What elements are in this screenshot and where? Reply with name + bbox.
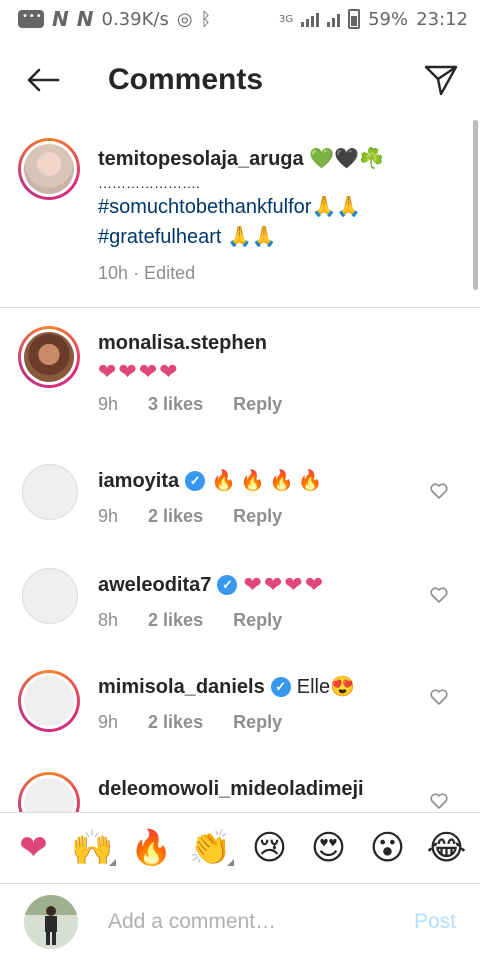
- arrow-left-icon: [27, 68, 60, 92]
- comment-time: 9h: [98, 394, 119, 414]
- likes-count[interactable]: 3 likes: [148, 394, 203, 415]
- crying-emoji-button[interactable]: 😢: [245, 828, 295, 868]
- back-button[interactable]: [18, 55, 68, 105]
- page-title: Comments: [108, 63, 264, 96]
- comment-text: Elle😍: [296, 676, 356, 698]
- reply-button[interactable]: Reply: [233, 394, 282, 415]
- heart-emoji-button[interactable]: ❤: [9, 828, 59, 868]
- bluetooth-icon: ᛒ: [200, 8, 212, 30]
- comment-text: ❤❤❤❤: [98, 360, 180, 385]
- comment-item: monalisa.stephen ❤❤❤❤ 9h 3 likes Reply: [0, 326, 480, 436]
- like-heart-icon[interactable]: [428, 480, 450, 502]
- post-button[interactable]: Post: [414, 910, 456, 934]
- battery-icon: [348, 9, 361, 29]
- likes-count[interactable]: 2 likes: [148, 610, 203, 631]
- paper-plane-icon: [424, 65, 458, 96]
- comment-username[interactable]: iamoyita: [98, 466, 179, 496]
- caption-avatar[interactable]: [18, 138, 80, 200]
- comment-username[interactable]: mimisola_daniels: [98, 672, 265, 702]
- comment-time: 9h: [98, 712, 119, 732]
- header: Comments: [0, 44, 480, 116]
- caption-time: 10h: [98, 263, 129, 283]
- like-heart-icon[interactable]: [428, 686, 450, 708]
- comment-time: 8h: [98, 610, 119, 630]
- signal-icon-2: [327, 11, 341, 27]
- comment-text: 🔥🔥🔥🔥: [211, 470, 327, 492]
- verified-badge-icon: ✓: [185, 471, 206, 491]
- reply-button[interactable]: Reply: [233, 506, 282, 527]
- pray-emoji-2: 🙏🙏: [221, 226, 277, 248]
- verified-badge-icon: ✓: [217, 575, 238, 595]
- heart-eyes-emoji-button[interactable]: 😍: [304, 828, 354, 868]
- n-notification-icon-2: N: [76, 7, 94, 31]
- hashtag-link[interactable]: #somuchtobethankfulfor: [98, 196, 311, 218]
- commenter-avatar[interactable]: [18, 670, 80, 732]
- pray-emoji: 🙏🙏: [311, 196, 362, 218]
- likes-count[interactable]: 2 likes: [148, 506, 203, 527]
- surprised-emoji-button[interactable]: 😮: [363, 828, 413, 868]
- comment-item: deleomowoli_mideoladimeji: [0, 772, 480, 812]
- add-comment-bar: Post: [0, 884, 480, 960]
- like-heart-icon[interactable]: [428, 790, 450, 812]
- post-caption: temitopesolaja_aruga 💚🖤☘️ …………………. #somu…: [0, 132, 480, 308]
- comment-text: ❤❤❤❤: [243, 572, 326, 597]
- comment-username[interactable]: monalisa.stephen: [98, 328, 267, 358]
- clapping-emoji-button[interactable]: 👏: [186, 828, 236, 868]
- status-bar: N N 0.39K/s ◎ ᛒ 3G 59% 23:12: [0, 0, 480, 38]
- share-button[interactable]: [416, 55, 466, 105]
- hotspot-icon: ◎: [176, 8, 193, 30]
- raising-hands-emoji-button[interactable]: 🙌: [68, 828, 118, 868]
- verified-badge-icon: ✓: [270, 677, 291, 697]
- caption-username[interactable]: temitopesolaja_aruga: [98, 148, 304, 170]
- comment-username[interactable]: aweleodita7: [98, 570, 211, 600]
- caption-edited: · Edited: [133, 263, 196, 283]
- n-notification-icon: N: [52, 7, 69, 31]
- reply-button[interactable]: Reply: [233, 610, 282, 631]
- battery-percent: 59%: [368, 8, 409, 30]
- network-speed: 0.39K/s: [101, 8, 169, 30]
- comment-item: aweleodita7 ✓ ❤❤❤❤ 8h 2 likes Reply: [0, 568, 480, 648]
- comment-time: 9h: [98, 506, 119, 526]
- emoji-quick-bar: ❤ 🙌 🔥 👏 😢 😍 😮 😂: [0, 812, 480, 884]
- commenter-avatar[interactable]: [22, 464, 78, 520]
- caption-emojis: 💚🖤☘️: [309, 148, 384, 170]
- commenter-avatar[interactable]: [18, 326, 80, 388]
- likes-count[interactable]: 2 likes: [148, 712, 203, 733]
- comment-input[interactable]: [108, 910, 388, 934]
- network-type: 3G: [278, 13, 294, 25]
- fire-emoji-button[interactable]: 🔥: [127, 828, 177, 868]
- comment-username[interactable]: deleomowoli_mideoladimeji: [98, 774, 364, 804]
- comment-item: iamoyita ✓ 🔥🔥🔥🔥 9h 2 likes Reply: [0, 464, 480, 544]
- commenter-avatar[interactable]: [18, 772, 80, 812]
- comment-item: mimisola_daniels ✓ Elle😍 9h 2 likes Repl…: [0, 670, 480, 750]
- like-heart-icon[interactable]: [428, 584, 450, 606]
- commenter-avatar[interactable]: [22, 568, 78, 624]
- chat-notification-icon: [18, 10, 44, 28]
- clock: 23:12: [416, 8, 468, 30]
- reply-button[interactable]: Reply: [233, 712, 282, 733]
- signal-icon: [301, 11, 320, 27]
- hashtag-link-2[interactable]: #gratefulheart: [98, 226, 221, 248]
- caption-dots: ………………….: [98, 175, 200, 191]
- laughing-emoji-button[interactable]: 😂: [422, 828, 472, 868]
- my-avatar: [24, 895, 78, 949]
- scrollbar[interactable]: [473, 120, 478, 290]
